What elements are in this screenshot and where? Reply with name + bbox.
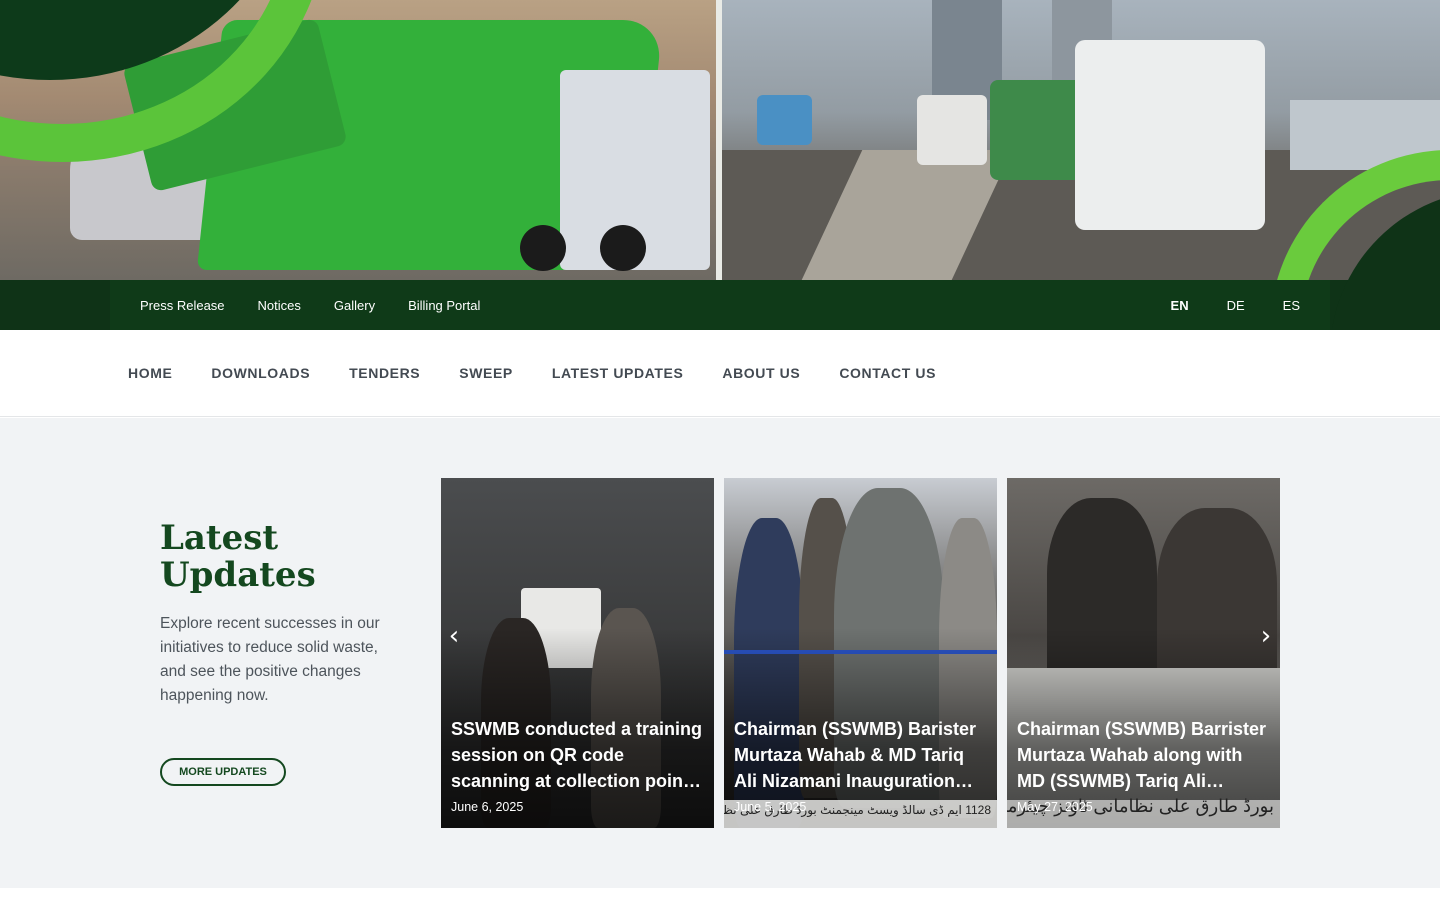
lang-es[interactable]: ES (1283, 298, 1300, 313)
nav-sweep[interactable]: SWEEP (459, 365, 513, 381)
section-description: Explore recent successes in our initiati… (160, 615, 380, 704)
latest-updates-section: Latest Updates Explore recent successes … (0, 418, 1440, 888)
top-utility-bar: Press Release Notices Gallery Billing Po… (110, 280, 1330, 330)
top-link-gallery[interactable]: Gallery (334, 298, 375, 313)
card-title: SSWMB conducted a training session on QR… (451, 719, 703, 791)
small-truck-shape (917, 95, 987, 165)
card-date: June 5, 2025 (734, 800, 807, 814)
language-switcher: EN DE ES (1133, 298, 1300, 313)
card-date: June 6, 2025 (451, 800, 524, 814)
card-title: Chairman (SSWMB) Barrister Murtaza Wahab… (1017, 719, 1267, 791)
top-link-notices[interactable]: Notices (258, 298, 301, 313)
more-updates-button[interactable]: MORE UPDATES (160, 758, 286, 786)
card-date: May 27, 2025 (1017, 800, 1093, 814)
main-navigation: HOME DOWNLOADS TENDERS SWEEP LATEST UPDA… (0, 330, 1440, 417)
update-card[interactable]: SSWMB conducted a training session on QR… (441, 478, 714, 828)
nav-contact-us[interactable]: CONTACT US (839, 365, 936, 381)
nav-tenders[interactable]: TENDERS (349, 365, 420, 381)
page-footer-gap (0, 888, 1440, 900)
update-card[interactable]: Chairman (SSWMB) Barrister Murtaza Wahab… (1007, 478, 1280, 828)
truck-wheel (600, 225, 646, 271)
section-title: Latest Updates (160, 518, 316, 595)
top-link-press-release[interactable]: Press Release (140, 298, 225, 313)
update-card[interactable]: Chairman (SSWMB) Barister Murtaza Wahab … (724, 478, 997, 828)
nav-downloads[interactable]: DOWNLOADS (211, 365, 310, 381)
lang-de[interactable]: DE (1227, 298, 1245, 313)
nav-latest-updates[interactable]: LATEST UPDATES (552, 365, 684, 381)
lang-en[interactable]: EN (1171, 298, 1189, 313)
top-links: Press Release Notices Gallery Billing Po… (140, 298, 513, 313)
card-title: Chairman (SSWMB) Barister Murtaza Wahab … (734, 719, 977, 791)
bus-shape (757, 95, 812, 145)
water-truck-cab (1075, 40, 1265, 230)
nav-about-us[interactable]: ABOUT US (722, 365, 800, 381)
nav-home[interactable]: HOME (128, 365, 172, 381)
chevron-left-icon[interactable]: ‹ (442, 623, 466, 649)
top-link-billing-portal[interactable]: Billing Portal (408, 298, 480, 313)
chevron-right-icon[interactable]: › (1254, 623, 1278, 649)
truck-wheel (520, 225, 566, 271)
hero-banner: Press Release Notices Gallery Billing Po… (0, 0, 1440, 330)
